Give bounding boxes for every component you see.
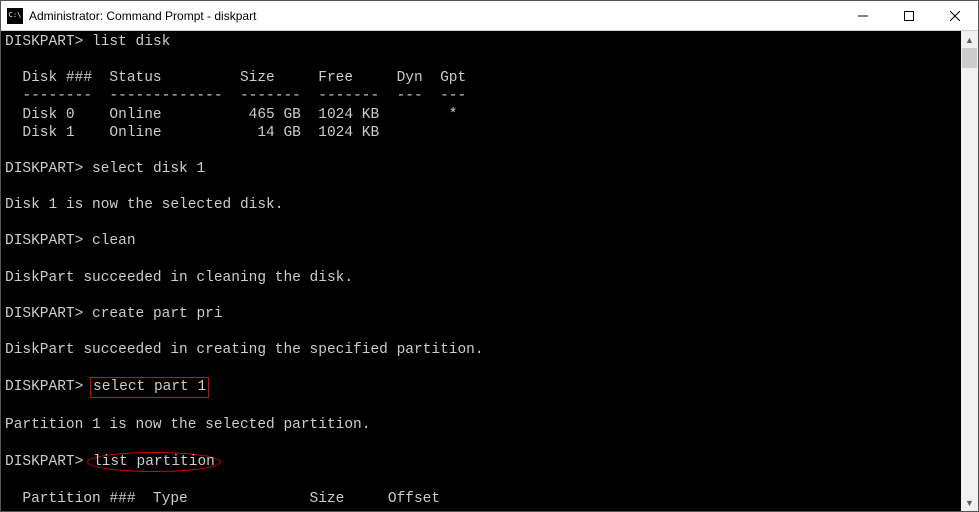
scroll-thumb[interactable] bbox=[962, 48, 977, 68]
prompt: DISKPART> bbox=[5, 454, 83, 470]
table-header: Partition ### Type Size Offset bbox=[5, 491, 440, 507]
window-title: Administrator: Command Prompt - diskpart bbox=[29, 9, 840, 23]
output-message: DiskPart succeeded in creating the speci… bbox=[5, 342, 484, 358]
table-row: Disk 0 Online 465 GB 1024 KB * bbox=[5, 107, 457, 123]
output-message: DiskPart succeeded in cleaning the disk. bbox=[5, 270, 353, 286]
close-button[interactable] bbox=[932, 1, 978, 30]
prompt: DISKPART> bbox=[5, 233, 83, 249]
console-output[interactable]: DISKPART> list disk Disk ### Status Size… bbox=[1, 31, 961, 511]
table-separator: ------------- ---------------- ------- -… bbox=[5, 509, 449, 511]
table-header: Disk ### Status Size Free Dyn Gpt bbox=[5, 70, 466, 86]
cmd-select-disk: select disk 1 bbox=[92, 161, 205, 177]
annotation-select-part: select part 1 bbox=[90, 377, 209, 397]
console-wrap: DISKPART> list disk Disk ### Status Size… bbox=[1, 31, 978, 511]
table-separator: -------- ------------- ------- ------- -… bbox=[5, 88, 466, 104]
cmd-list-disk: list disk bbox=[92, 34, 170, 50]
minimize-button[interactable] bbox=[840, 1, 886, 30]
output-message: Disk 1 is now the selected disk. bbox=[5, 197, 283, 213]
maximize-button[interactable] bbox=[886, 1, 932, 30]
cmd-create-part: create part pri bbox=[92, 306, 223, 322]
prompt: DISKPART> bbox=[5, 34, 83, 50]
table-row: Disk 1 Online 14 GB 1024 KB bbox=[5, 125, 379, 141]
cmd-icon bbox=[7, 8, 23, 24]
annotation-list-partition: list partition bbox=[87, 452, 221, 472]
output-message: Partition 1 is now the selected partitio… bbox=[5, 417, 370, 433]
cmd-list-partition: list partition bbox=[93, 454, 215, 470]
scroll-up-arrow-icon[interactable]: ▲ bbox=[961, 31, 978, 48]
prompt: DISKPART> bbox=[5, 379, 83, 395]
scroll-down-arrow-icon[interactable]: ▼ bbox=[961, 494, 978, 511]
scroll-track[interactable] bbox=[961, 48, 978, 494]
titlebar[interactable]: Administrator: Command Prompt - diskpart bbox=[1, 1, 978, 31]
cmd-select-part: select part 1 bbox=[93, 379, 206, 395]
scrollbar[interactable]: ▲ ▼ bbox=[961, 31, 978, 511]
cmd-clean: clean bbox=[92, 233, 136, 249]
window-controls bbox=[840, 1, 978, 30]
prompt: DISKPART> bbox=[5, 161, 83, 177]
prompt: DISKPART> bbox=[5, 306, 83, 322]
